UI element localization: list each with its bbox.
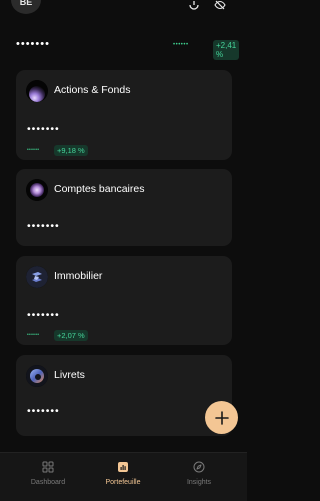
total-value: •••••••: [16, 38, 50, 50]
tab-dashboard[interactable]: Dashboard: [8, 461, 88, 486]
total-change-badge: +2,41 %: [213, 40, 240, 60]
card-perf-badge: +2,07 %: [54, 330, 88, 341]
livrets-logo-icon: [26, 365, 48, 387]
card-perf-badge: +9,18 %: [54, 145, 88, 156]
card-value: •••••••: [27, 220, 60, 232]
bottom-tab-bar: Dashboard Portefeuille Insights: [0, 452, 247, 501]
card-title: Comptes bancaires: [54, 183, 145, 195]
card-value: •••••••: [27, 123, 60, 135]
card-immobilier[interactable]: Immobilier ••••••• •••••• +2,07 %: [16, 256, 232, 345]
total-wealth: ••••••• •••••• +2,41 %: [16, 38, 240, 60]
total-change-value: ••••••: [173, 42, 189, 48]
grid-icon: [42, 461, 54, 473]
tab-label: Dashboard: [30, 479, 66, 486]
card-livrets[interactable]: Livrets •••••••: [16, 355, 232, 436]
tab-insights[interactable]: Insights: [159, 461, 239, 486]
comptes-bancaires-logo-icon: [26, 179, 48, 201]
privacy-filter-icon[interactable]: [188, 0, 200, 11]
card-perf-value: ••••••: [27, 332, 40, 338]
card-title: Actions & Fonds: [54, 84, 131, 96]
immobilier-logo-icon: [26, 266, 48, 288]
tab-label: Portefeuille: [105, 479, 141, 486]
bar-chart-icon: [117, 461, 129, 473]
tab-portefeuille[interactable]: Portefeuille: [83, 461, 163, 486]
card-title: Immobilier: [54, 270, 103, 282]
actions-fonds-logo-icon: [26, 80, 48, 102]
card-actions-fonds[interactable]: Actions & Fonds ••••••• •••••• +9,18 %: [16, 70, 232, 160]
card-value: •••••••: [27, 405, 60, 417]
tab-label: Insights: [186, 479, 212, 486]
card-perf-value: ••••••: [27, 147, 40, 153]
card-title: Livrets: [54, 369, 85, 381]
add-button[interactable]: [205, 401, 238, 434]
compass-icon: [193, 461, 205, 473]
card-value: •••••••: [27, 309, 60, 321]
card-comptes-bancaires[interactable]: Comptes bancaires •••••••: [16, 169, 232, 246]
avatar[interactable]: BE: [11, 0, 41, 14]
hide-values-icon[interactable]: [214, 0, 226, 11]
top-bar: BE: [0, 0, 247, 14]
plus-icon: [214, 410, 229, 425]
